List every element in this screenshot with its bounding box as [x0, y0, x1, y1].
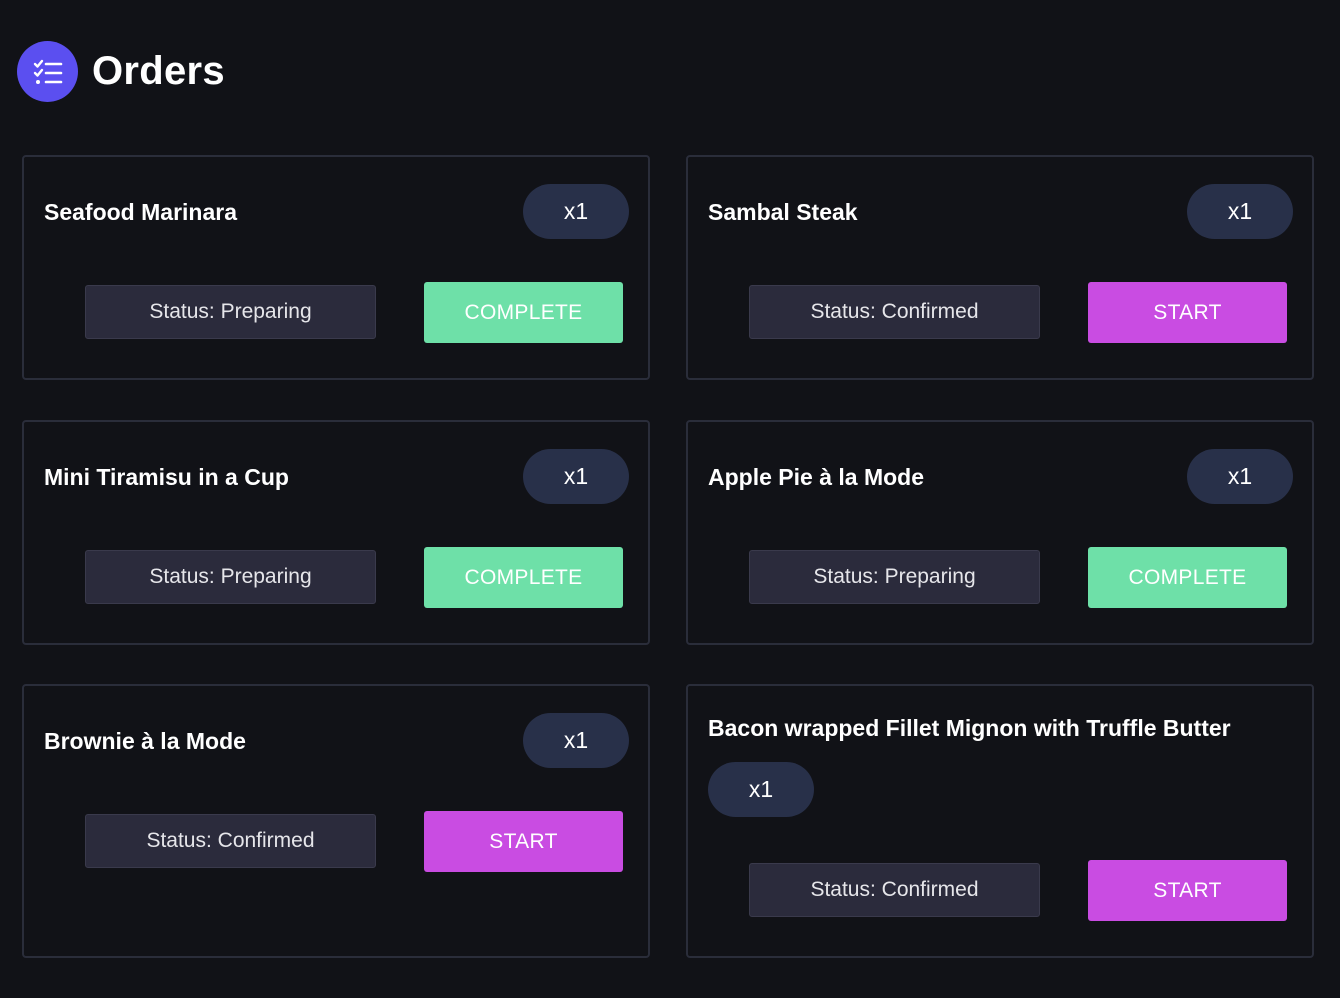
order-card: Sambal Steak x1 Status: Confirmed START	[686, 155, 1314, 380]
order-name: Sambal Steak	[708, 199, 858, 225]
order-card: Bacon wrapped Fillet Mignon with Truffle…	[686, 684, 1314, 958]
order-card: Seafood Marinara x1 Status: Preparing CO…	[22, 155, 650, 380]
quantity-badge: x1	[1187, 184, 1293, 239]
complete-button[interactable]: COMPLETE	[424, 547, 623, 608]
order-card: Mini Tiramisu in a Cup x1 Status: Prepar…	[22, 420, 650, 645]
status-label: Status: Confirmed	[749, 285, 1040, 339]
task-list-icon	[17, 41, 78, 102]
start-button[interactable]: START	[1088, 282, 1287, 343]
quantity-badge: x1	[523, 184, 629, 239]
order-card: Brownie à la Mode x1 Status: Confirmed S…	[22, 684, 650, 958]
status-label: Status: Preparing	[85, 285, 376, 339]
status-label: Status: Confirmed	[749, 863, 1040, 917]
status-label: Status: Preparing	[85, 550, 376, 604]
order-name: Apple Pie à la Mode	[708, 464, 924, 490]
start-button[interactable]: START	[424, 811, 623, 872]
order-name: Brownie à la Mode	[44, 728, 246, 754]
order-name: Mini Tiramisu in a Cup	[44, 464, 289, 490]
page-title: Orders	[92, 49, 225, 93]
order-card: Apple Pie à la Mode x1 Status: Preparing…	[686, 420, 1314, 645]
status-label: Status: Preparing	[749, 550, 1040, 604]
start-button[interactable]: START	[1088, 860, 1287, 921]
order-name: Seafood Marinara	[44, 199, 237, 225]
status-label: Status: Confirmed	[85, 814, 376, 868]
quantity-badge: x1	[708, 762, 814, 817]
order-name: Bacon wrapped Fillet Mignon with Truffle…	[708, 715, 1231, 741]
quantity-badge: x1	[1187, 449, 1293, 504]
page-header: Orders	[17, 41, 225, 102]
complete-button[interactable]: COMPLETE	[1088, 547, 1287, 608]
quantity-badge: x1	[523, 449, 629, 504]
complete-button[interactable]: COMPLETE	[424, 282, 623, 343]
quantity-badge: x1	[523, 713, 629, 768]
